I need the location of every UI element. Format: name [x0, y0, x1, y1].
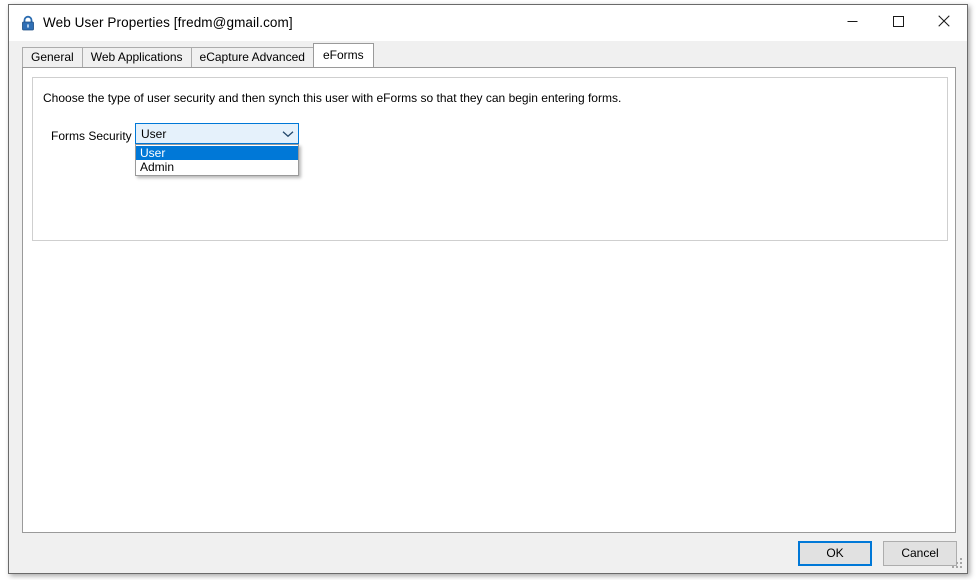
tab-eforms[interactable]: eForms — [312, 43, 374, 67]
chevron-down-icon[interactable] — [278, 124, 298, 143]
close-button[interactable] — [921, 5, 967, 37]
instruction-text: Choose the type of user security and the… — [43, 91, 622, 105]
forms-security-dropdown-list: User Admin — [135, 144, 299, 176]
ok-button[interactable]: OK — [798, 541, 872, 566]
window-controls — [829, 5, 967, 37]
window-title: Web User Properties [fredm@gmail.com] — [43, 15, 293, 30]
minimize-button[interactable] — [829, 5, 875, 37]
padlock-icon — [19, 14, 37, 32]
tab-general[interactable]: General — [22, 47, 83, 67]
cancel-button[interactable]: Cancel — [883, 541, 957, 566]
forms-security-selected-value: User — [141, 126, 167, 141]
forms-security-combobox-wrapper: User User Admin — [135, 123, 299, 176]
maximize-button[interactable] — [875, 5, 921, 37]
forms-security-combobox[interactable]: User — [135, 123, 299, 144]
title-bar: Web User Properties [fredm@gmail.com] — [9, 5, 967, 41]
dropdown-option-admin[interactable]: Admin — [136, 160, 298, 174]
resize-grip-icon[interactable] — [952, 558, 964, 570]
tab-ecapture-advanced[interactable]: eCapture Advanced — [190, 47, 314, 67]
dialog-window: Web User Properties [fredm@gmail.com] Ge… — [8, 4, 968, 574]
forms-security-label: Forms Security — [51, 129, 132, 143]
dropdown-option-user[interactable]: User — [136, 146, 298, 160]
tab-strip: General Web Applications eCapture Advanc… — [22, 43, 374, 67]
tab-web-applications[interactable]: Web Applications — [81, 47, 192, 67]
forms-security-group-panel: Choose the type of user security and the… — [32, 77, 948, 241]
tab-page-eforms: Choose the type of user security and the… — [22, 67, 956, 533]
